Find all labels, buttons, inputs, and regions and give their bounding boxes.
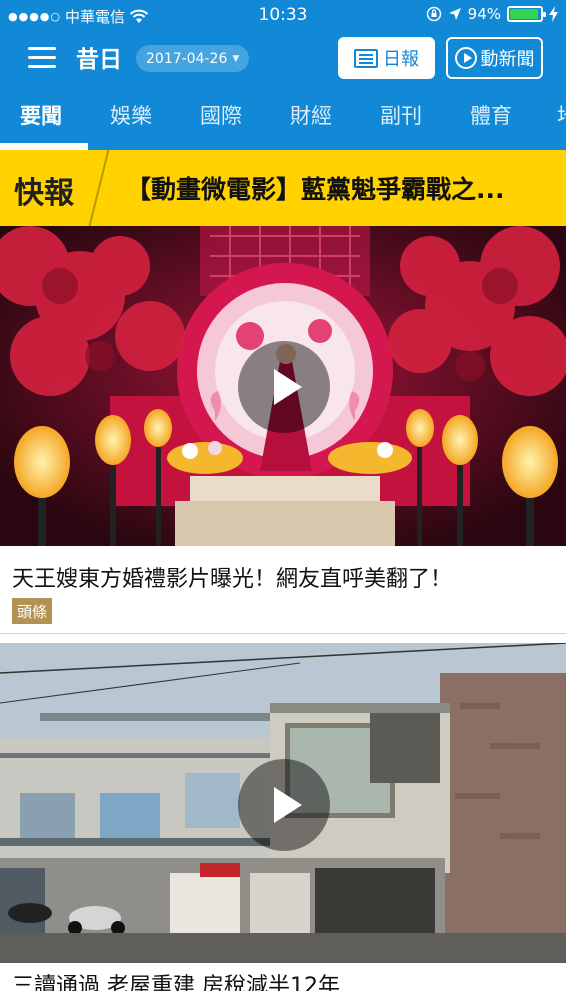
tab-headlines[interactable]: 要聞	[20, 100, 62, 130]
tab-supplement[interactable]: 副刊	[380, 100, 422, 130]
play-circle-icon	[454, 47, 477, 69]
video-news-button[interactable]: 動新聞	[446, 37, 543, 79]
lock-rotation-icon	[426, 6, 441, 22]
daily-button[interactable]: 日報	[338, 37, 435, 79]
article-title[interactable]: 三讀通過 老屋重建 房稅減半12年	[12, 968, 340, 991]
app-header: ●●●●○ 中華電信 10:33 94% 昔日 2017-04-26 ▼ 日報 …	[0, 0, 566, 150]
date-selector[interactable]: 2017-04-26 ▼	[136, 45, 250, 72]
divider	[0, 633, 566, 634]
tab-international[interactable]: 國際	[200, 100, 242, 130]
headline-badge: 頭條	[12, 598, 53, 624]
breaking-label: 快報	[14, 176, 74, 211]
active-tab-indicator	[0, 143, 88, 150]
play-icon[interactable]	[238, 341, 330, 433]
daily-button-label: 日報	[383, 49, 419, 70]
article-card: 天王嫂東方婚禮影片曝光！網友直呼美翻了！ 頭條	[0, 226, 566, 634]
chevron-down-icon: ▼	[232, 53, 240, 64]
article-thumbnail[interactable]	[0, 226, 566, 546]
tab-entertainment[interactable]: 娛樂	[110, 100, 152, 130]
location-arrow-icon	[448, 8, 461, 20]
menu-icon[interactable]	[28, 47, 56, 69]
tab-sports[interactable]: 體育	[470, 100, 512, 130]
status-bar: ●●●●○ 中華電信 10:33 94%	[0, 0, 566, 30]
divider	[88, 150, 110, 226]
newspaper-icon	[354, 48, 378, 68]
category-tabs: 要聞 娛樂 國際 財經 副刊 體育 地	[0, 86, 566, 150]
tab-finance[interactable]: 財經	[290, 100, 332, 130]
article-title[interactable]: 天王嫂東方婚禮影片曝光！網友直呼美翻了！	[12, 561, 452, 593]
app-brand: 昔日	[76, 47, 122, 73]
video-news-button-label: 動新聞	[480, 49, 535, 70]
date-label: 2017-04-26	[146, 50, 228, 67]
charging-bolt-icon	[549, 6, 558, 22]
battery-percent: 94%	[467, 5, 501, 23]
battery-icon	[507, 6, 546, 22]
tab-local[interactable]: 地	[557, 100, 566, 130]
breaking-headline: 【動畫微電影】藍黨魁爭霸戰之...	[126, 175, 505, 204]
play-icon[interactable]	[238, 759, 330, 851]
nav-header: 昔日 2017-04-26 ▼ 日報 動新聞	[0, 30, 566, 86]
article-thumbnail[interactable]	[0, 643, 566, 963]
breaking-news-bar[interactable]: 快報 【動畫微電影】藍黨魁爭霸戰之...	[0, 150, 566, 226]
